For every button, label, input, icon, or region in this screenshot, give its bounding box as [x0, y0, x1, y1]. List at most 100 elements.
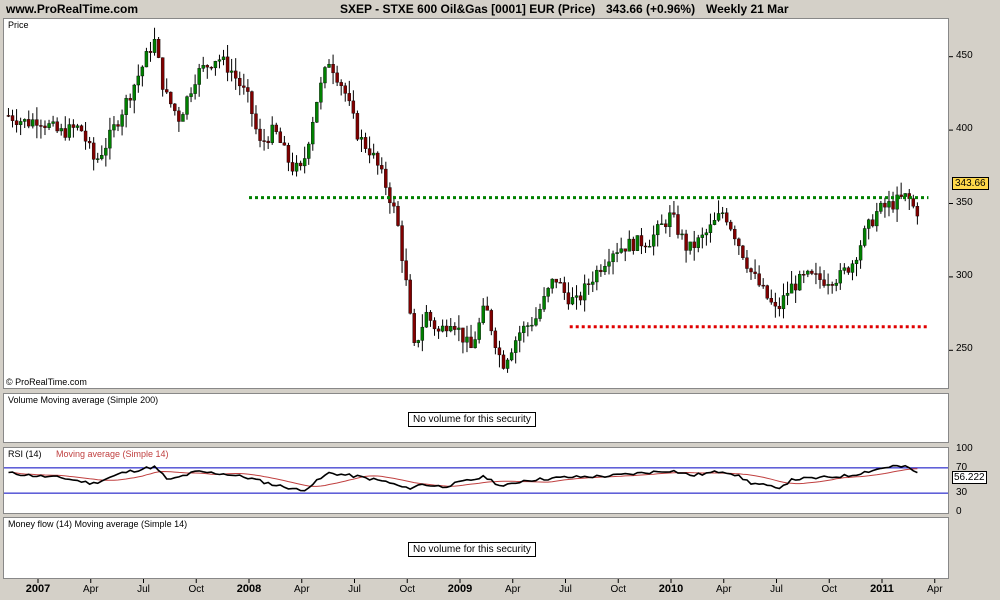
candle-body — [757, 273, 761, 286]
candle-body — [477, 322, 481, 340]
candle-body — [63, 128, 67, 138]
candle-body — [22, 119, 27, 122]
last-price-marker: 343.66 — [952, 177, 989, 190]
candle-body — [444, 325, 449, 332]
candle-body — [854, 259, 859, 264]
candle-body — [708, 224, 713, 233]
candle-body — [497, 347, 502, 356]
candle-body — [343, 85, 347, 94]
candle-body — [826, 284, 830, 286]
candle-body — [842, 267, 847, 271]
candle-body — [578, 295, 583, 301]
candle-body — [647, 246, 652, 248]
candle-body — [278, 131, 283, 143]
candle-body — [177, 110, 181, 122]
candle-body — [31, 119, 35, 127]
candle-body — [165, 89, 169, 93]
candle-body — [339, 82, 343, 86]
candle-body — [655, 224, 660, 236]
candle-body — [91, 142, 96, 160]
candle-body — [225, 56, 230, 73]
candle-body — [404, 260, 408, 281]
candle-body — [319, 82, 323, 103]
candle-body — [51, 121, 55, 124]
candle-body — [392, 202, 396, 207]
candle-body — [481, 305, 485, 323]
candle-body — [635, 235, 640, 251]
candle-body — [185, 96, 189, 115]
candle-body — [384, 168, 388, 188]
candle-body — [623, 248, 627, 252]
candle-body — [124, 98, 128, 115]
candle-body — [570, 297, 575, 305]
candle-body — [733, 228, 737, 240]
candle-body — [875, 211, 879, 227]
candle-body — [71, 124, 76, 128]
candle-body — [428, 311, 433, 321]
candle-body — [363, 137, 368, 149]
candle-body — [846, 267, 851, 273]
candle-body — [704, 232, 709, 236]
candle-body — [408, 279, 412, 314]
time-tick-label: Apr — [293, 584, 310, 595]
time-tick-label: Apr — [504, 584, 521, 595]
candle-body — [282, 142, 287, 146]
candle-body — [43, 125, 47, 128]
candle-body — [59, 128, 63, 132]
candle-body — [607, 261, 611, 267]
candle-body — [351, 100, 356, 114]
candle-body — [501, 354, 506, 369]
candle-body — [781, 295, 786, 310]
price-tick-label: 300 — [956, 269, 973, 281]
time-tick-label: Jul — [770, 584, 783, 595]
chart-canvas — [4, 27, 953, 583]
candle-body — [737, 238, 741, 247]
candle-body — [238, 78, 242, 87]
candle-body — [899, 194, 903, 197]
candle-body — [745, 257, 749, 269]
candle-body — [436, 328, 441, 332]
candle-body — [729, 221, 733, 230]
candle-body — [631, 238, 636, 251]
time-tick-label: Apr — [926, 584, 943, 595]
candle-body — [538, 309, 542, 319]
candle-body — [205, 65, 209, 68]
candle-body — [582, 283, 587, 301]
candle-body — [546, 288, 550, 297]
candle-body — [493, 330, 498, 348]
candle-body — [566, 292, 571, 305]
candle-body — [765, 285, 769, 299]
candle-body — [664, 223, 668, 228]
candle-body — [712, 220, 717, 225]
candle-body — [217, 59, 222, 62]
candle-body — [39, 125, 43, 127]
candle-body — [473, 339, 477, 349]
candle-body — [574, 295, 579, 298]
candle-body — [258, 128, 262, 141]
candle-body — [676, 214, 680, 235]
candle-body — [489, 310, 494, 332]
candle-body — [591, 281, 595, 285]
candle-body — [323, 67, 327, 84]
candle-body — [651, 234, 656, 247]
price-tick-label: 450 — [956, 49, 973, 61]
candle-body — [789, 283, 794, 294]
time-tick-label: Jul — [348, 584, 361, 595]
candle-body — [818, 273, 822, 280]
candle-body — [35, 119, 39, 126]
candle-body — [716, 213, 721, 221]
candle-body — [376, 152, 380, 166]
candle-body — [209, 66, 214, 69]
candle-body — [465, 336, 469, 343]
candle-body — [104, 147, 108, 156]
rsi-line — [8, 464, 918, 492]
candle-body — [554, 278, 558, 283]
candle-body — [112, 124, 116, 131]
time-tick-label: Jul — [559, 584, 572, 595]
candle-body — [424, 311, 429, 328]
candle-body — [822, 279, 826, 286]
candle-body — [526, 325, 530, 327]
candle-body — [160, 57, 165, 90]
candle-body — [810, 270, 814, 274]
candle-body — [814, 273, 818, 275]
